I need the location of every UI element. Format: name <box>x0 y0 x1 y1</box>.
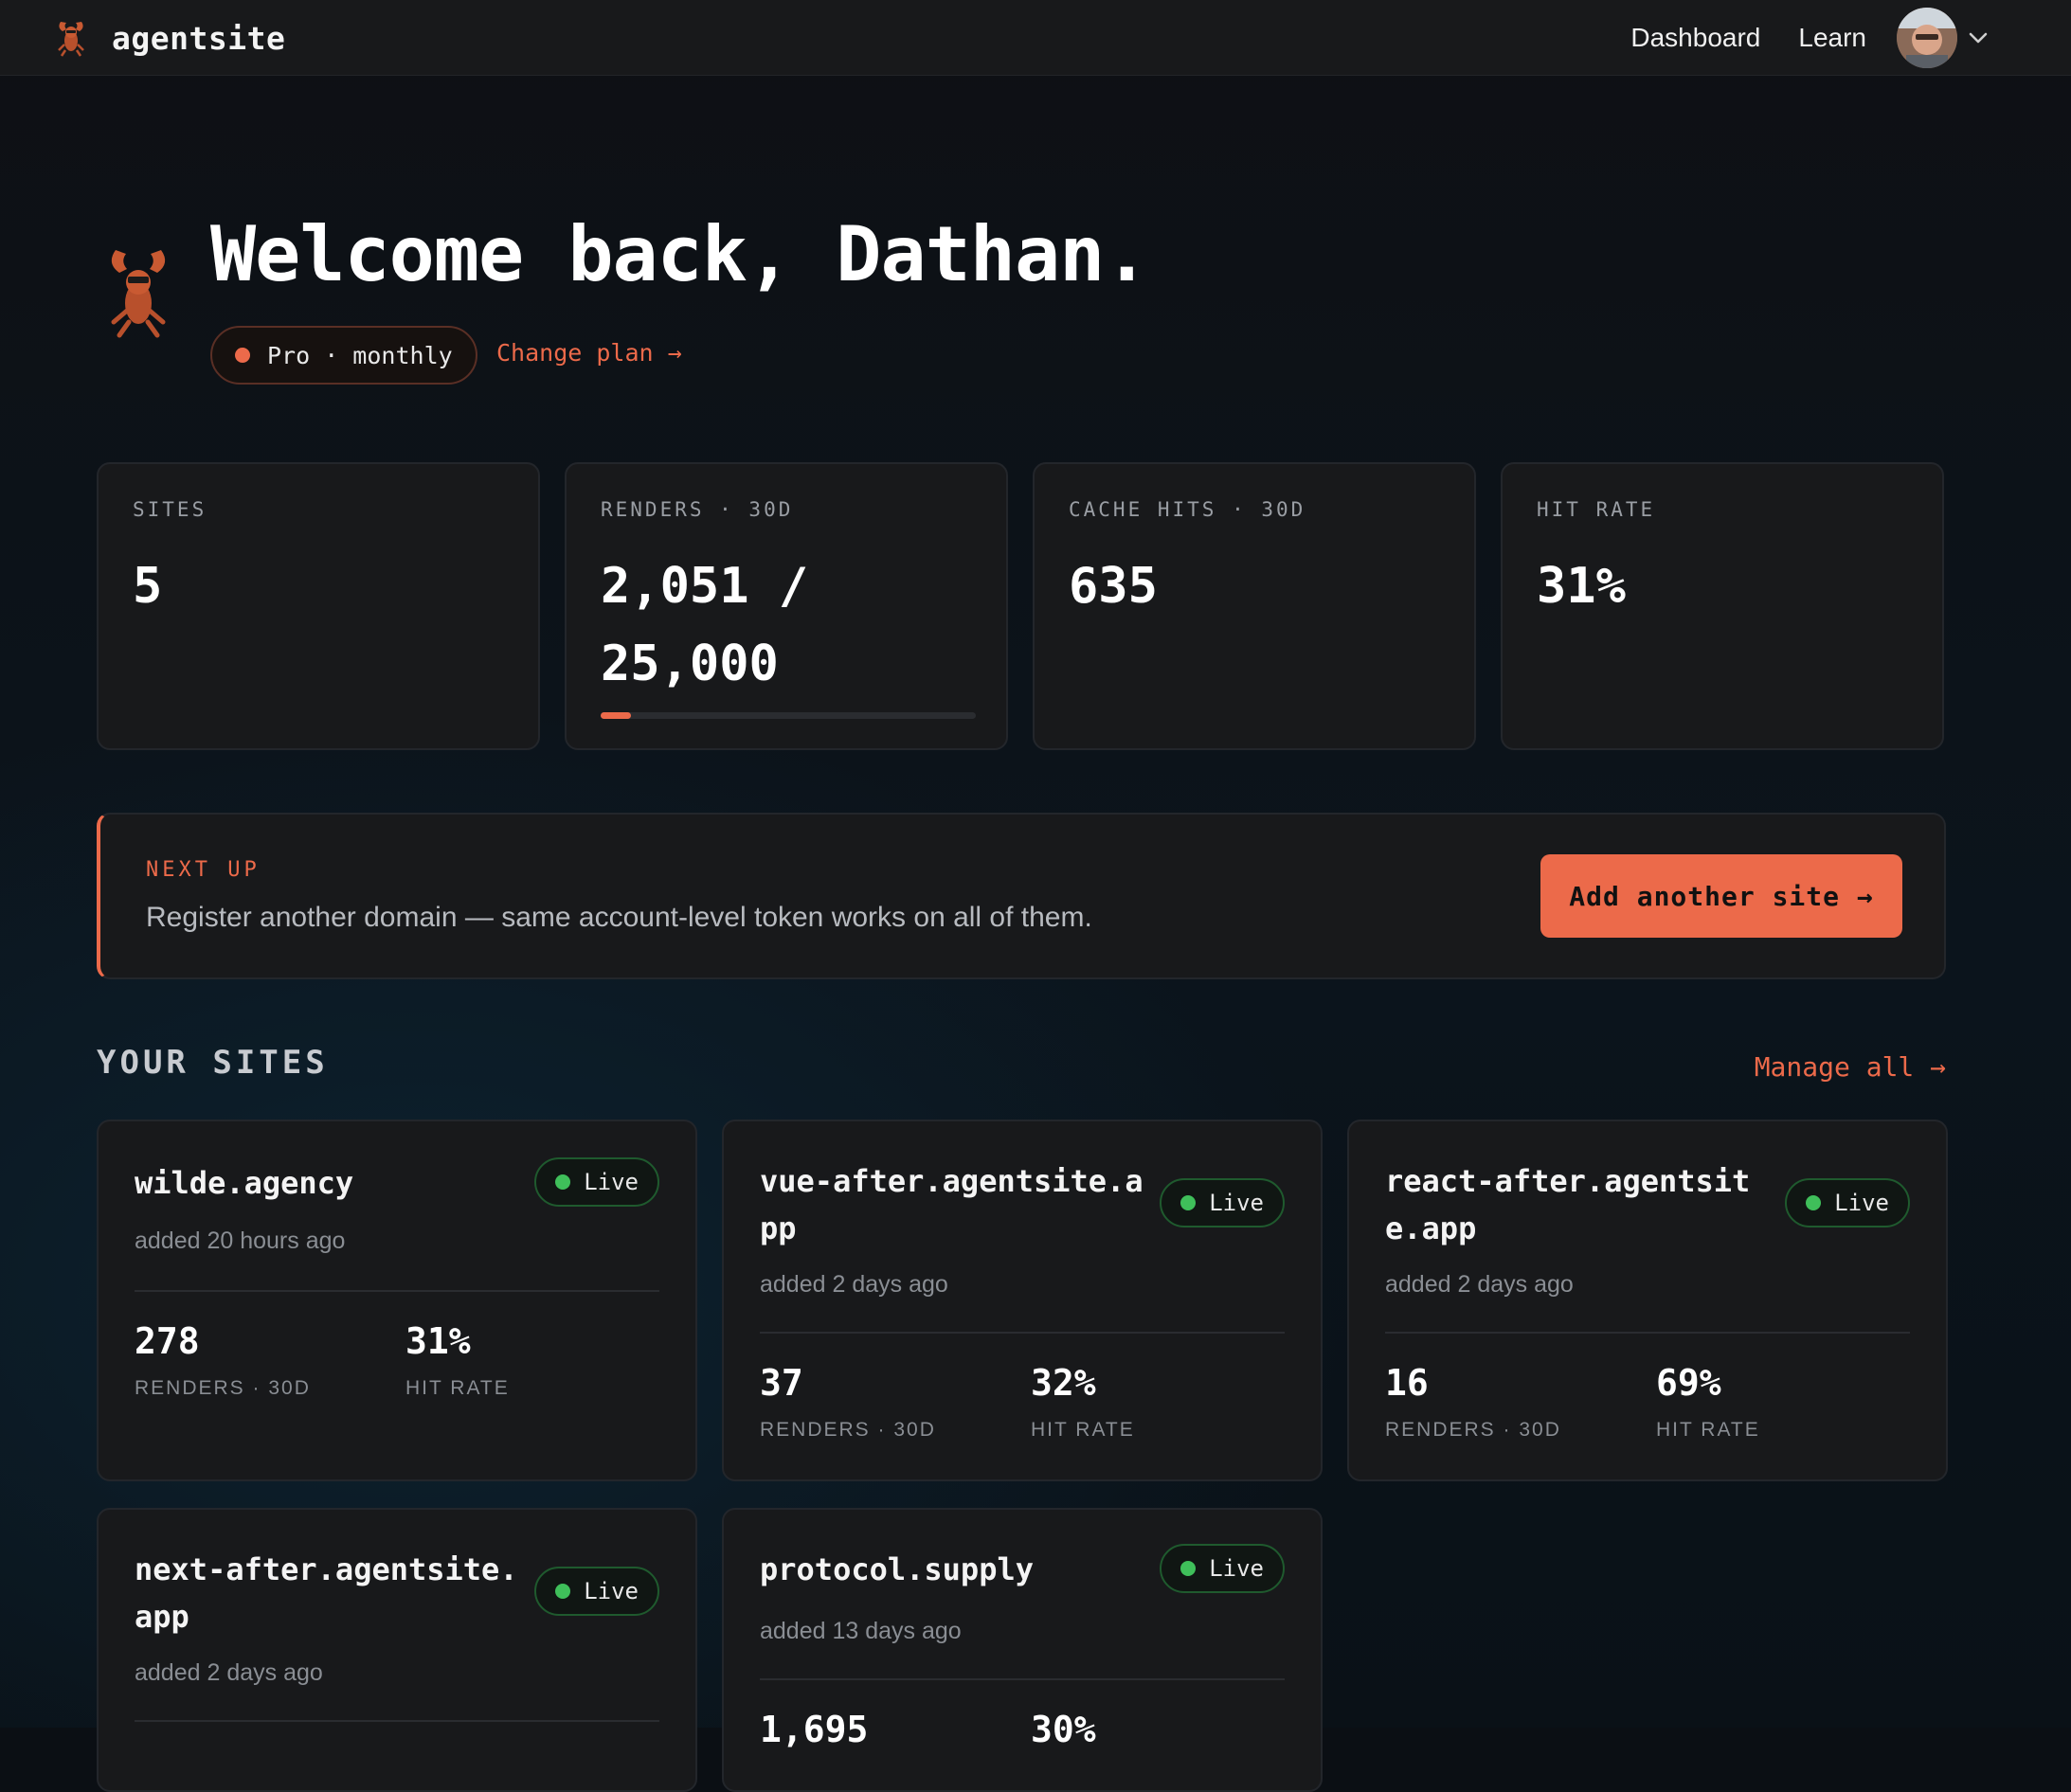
live-dot <box>555 1584 571 1599</box>
next-up-banner: NEXT UP Register another domain — same a… <box>97 813 1946 979</box>
brand-link[interactable]: agentsite <box>49 13 285 63</box>
stat-label: CACHE HITS · 30D <box>1069 498 1306 521</box>
lobster-mascot-icon <box>111 250 166 338</box>
live-dot <box>1180 1561 1197 1576</box>
add-site-button[interactable]: Add another site → <box>1540 854 1902 938</box>
plan-badge: Pro · monthly <box>210 326 477 385</box>
renders-value: 37 <box>760 1362 803 1404</box>
site-name[interactable]: wilde.agency <box>135 1159 523 1207</box>
stat-value: 635 <box>1069 558 1158 615</box>
site-card[interactable]: wilde.agency Live added 20 hours ago 278… <box>97 1120 697 1481</box>
live-dot <box>555 1174 571 1190</box>
site-name[interactable]: next-after.agentsite.app <box>135 1546 532 1640</box>
renders-progress-bar <box>601 712 976 719</box>
site-added-date: added 20 hours ago <box>135 1228 346 1254</box>
hit-rate-label: HIT RATE <box>405 1377 510 1399</box>
site-card[interactable]: vue-after.agentsite.app Live added 2 day… <box>722 1120 1323 1481</box>
nav-right: Dashboard Learn <box>1593 8 1991 68</box>
plan-label: Pro · monthly <box>267 341 453 369</box>
status-text: Live <box>1209 1555 1264 1582</box>
hit-rate-value: 32% <box>1031 1362 1096 1404</box>
site-card[interactable]: protocol.supply Live added 13 days ago 1… <box>722 1508 1323 1792</box>
status-badge: Live <box>1160 1178 1285 1228</box>
status-badge: Live <box>534 1157 659 1207</box>
divider <box>1385 1332 1910 1334</box>
avatar[interactable] <box>1897 8 1957 68</box>
site-added-date: added 13 days ago <box>760 1618 962 1644</box>
status-text: Live <box>1834 1190 1889 1216</box>
live-dot <box>1180 1195 1197 1210</box>
divider <box>760 1332 1285 1334</box>
status-text: Live <box>584 1169 639 1195</box>
lobster-logo-icon <box>58 22 84 57</box>
renders-label: RENDERS · 30D <box>1385 1419 1561 1441</box>
stat-card-sites: SITES 5 <box>97 462 540 750</box>
site-name[interactable]: protocol.supply <box>760 1546 1148 1593</box>
avatar-photo-icon <box>1897 8 1957 68</box>
brand-name: agentsite <box>112 19 286 57</box>
page-title: Welcome back, Dathan. <box>210 210 1149 298</box>
stat-card-renders: RENDERS · 30D 2,051 / 25,000 <box>565 462 1008 750</box>
top-nav: agentsite Dashboard Learn <box>0 0 2071 76</box>
renders-progress-fill <box>601 712 632 719</box>
section-title: YOUR SITES <box>97 1044 329 1082</box>
status-badge: Live <box>534 1567 659 1616</box>
site-added-date: added 2 days ago <box>135 1659 323 1686</box>
hit-rate-value: 31% <box>405 1320 471 1362</box>
nav-link-learn[interactable]: Learn <box>1798 23 1866 53</box>
status-text: Live <box>1209 1190 1264 1216</box>
status-badge: Live <box>1160 1544 1285 1593</box>
change-plan-link[interactable]: Change plan → <box>496 339 682 367</box>
stat-value: 31% <box>1537 558 1626 615</box>
hit-rate-value: 30% <box>1031 1709 1096 1750</box>
status-badge: Live <box>1785 1178 1910 1228</box>
next-up-label: NEXT UP <box>146 858 261 882</box>
renders-value: 1,695 <box>760 1709 869 1750</box>
site-card[interactable]: next-after.agentsite.app Live added 2 da… <box>97 1508 697 1792</box>
chevron-down-icon[interactable] <box>1965 25 1991 51</box>
stat-card-cache-hits: CACHE HITS · 30D 635 <box>1033 462 1476 750</box>
renders-value: 16 <box>1385 1362 1429 1404</box>
stat-label: RENDERS · 30D <box>601 498 794 521</box>
hit-rate-label: HIT RATE <box>1656 1419 1760 1441</box>
hit-rate-label: HIT RATE <box>1031 1419 1135 1441</box>
plan-status-dot <box>235 348 250 363</box>
next-up-text: Register another domain — same account-l… <box>146 902 1092 933</box>
live-dot <box>1806 1195 1822 1210</box>
site-card[interactable]: react-after.agentsite.app Live added 2 d… <box>1347 1120 1948 1481</box>
nav-link-dashboard[interactable]: Dashboard <box>1630 23 1760 53</box>
hit-rate-value: 69% <box>1656 1362 1721 1404</box>
stat-label: SITES <box>133 498 207 521</box>
stat-value: 5 <box>133 558 163 615</box>
site-name[interactable]: vue-after.agentsite.app <box>760 1157 1158 1252</box>
stat-card-hit-rate: HIT RATE 31% <box>1501 462 1944 750</box>
divider <box>135 1290 659 1292</box>
stat-label: HIT RATE <box>1537 498 1656 521</box>
site-added-date: added 2 days ago <box>1385 1271 1574 1298</box>
stat-value: 2,051 / 25,000 <box>601 558 809 692</box>
site-name[interactable]: react-after.agentsite.app <box>1385 1157 1783 1252</box>
renders-value: 278 <box>135 1320 200 1362</box>
divider <box>760 1678 1285 1680</box>
renders-label: RENDERS · 30D <box>135 1377 311 1399</box>
renders-label: RENDERS · 30D <box>760 1419 936 1441</box>
status-text: Live <box>584 1578 639 1604</box>
site-added-date: added 2 days ago <box>760 1271 948 1298</box>
manage-all-link[interactable]: Manage all → <box>1755 1051 1946 1083</box>
divider <box>135 1720 659 1722</box>
